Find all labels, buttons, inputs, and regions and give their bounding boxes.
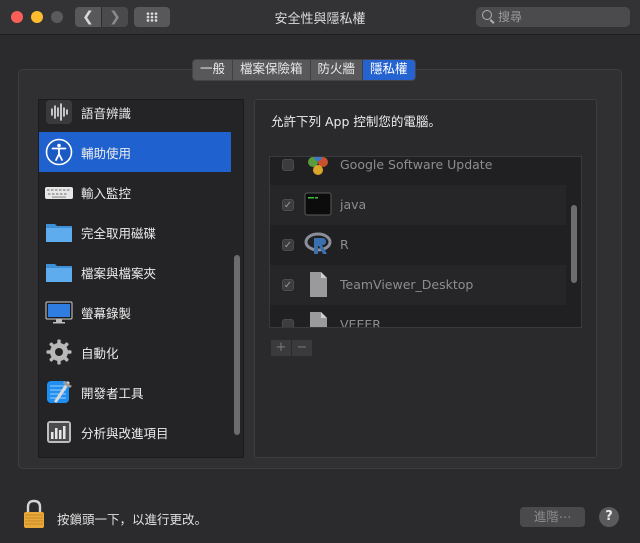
permissions-panel: 允許下列 App 控制您的電腦。 Google Software Update … xyxy=(254,99,597,458)
privacy-category-list[interactable]: 語音辨識 輔助使用 輸入監控 完全取用磁碟 檔案與檔案夾 螢幕錄製 自動化 開發… xyxy=(38,99,244,458)
app-checkbox-checked[interactable]: ✓ xyxy=(282,199,294,211)
sidebar-item-label: 檔案與檔案夾 xyxy=(81,266,157,281)
app-name: R xyxy=(340,237,349,252)
add-app-button[interactable]: + xyxy=(271,340,291,356)
sidebar-item-label: 分析與改進項目 xyxy=(81,426,169,441)
xcode-icon xyxy=(47,381,72,403)
app-checkbox-checked[interactable]: ✓ xyxy=(282,239,294,251)
app-name: VEEER xyxy=(340,317,381,328)
list-item[interactable]: ✓ R xyxy=(270,225,566,265)
sidebar-item-label: 輔助使用 xyxy=(81,146,132,161)
app-checkbox[interactable] xyxy=(282,159,294,171)
sidebar-item-label: 語音辨識 xyxy=(81,106,132,121)
search-input[interactable] xyxy=(498,7,624,27)
sidebar-item-label: 輸入監控 xyxy=(81,186,132,201)
sidebar-item-label: 開發者工具 xyxy=(81,386,144,401)
sidebar-item-speech-recognition[interactable]: 語音辨識 xyxy=(39,100,231,132)
app-name: java xyxy=(340,197,367,212)
monitor-icon xyxy=(45,301,73,324)
document-icon xyxy=(310,272,327,297)
keyboard-icon xyxy=(45,187,73,199)
sidebar-item-label: 完全取用磁碟 xyxy=(81,226,157,241)
tab-firewall[interactable]: 防火牆 xyxy=(311,60,364,80)
app-list[interactable]: Google Software Update ✓ java ✓ R ✓ Team… xyxy=(269,156,582,328)
app-name: Google Software Update xyxy=(340,157,493,172)
advanced-button[interactable]: 進階⋯ xyxy=(520,507,585,527)
lock-icon[interactable] xyxy=(22,499,46,529)
google-update-icon xyxy=(308,157,328,175)
list-item[interactable]: VEEER xyxy=(270,305,566,328)
app-checkbox[interactable] xyxy=(282,319,294,327)
lock-hint-text: 按鎖頭一下，以進行更改。 xyxy=(57,512,208,527)
sidebar-item-input-monitoring[interactable]: 輸入監控 xyxy=(39,172,231,212)
document-icon xyxy=(310,312,327,327)
tab-filevault[interactable]: 檔案保險箱 xyxy=(233,60,311,80)
search-icon xyxy=(482,10,492,20)
list-item[interactable]: ✓ TeamViewer_Desktop xyxy=(270,265,566,305)
sidebar-item-screen-recording[interactable]: 螢幕錄製 xyxy=(39,292,231,332)
folder-icon xyxy=(46,264,72,282)
sidebar-item-files-and-folders[interactable]: 檔案與檔案夾 xyxy=(39,252,231,292)
app-name: TeamViewer_Desktop xyxy=(340,277,474,292)
tab-general[interactable]: 一般 xyxy=(193,60,234,80)
app-list-scrollbar[interactable] xyxy=(571,205,577,283)
sidebar-item-analytics[interactable]: 分析與改進項目 xyxy=(39,412,231,452)
folder-icon xyxy=(46,224,72,242)
sidebar-item-automation[interactable]: 自動化 xyxy=(39,332,231,372)
remove-app-button[interactable]: − xyxy=(292,340,312,356)
list-item[interactable]: Google Software Update xyxy=(270,157,566,185)
sidebar-item-accessibility[interactable]: 輔助使用 xyxy=(39,132,231,172)
analytics-icon xyxy=(47,421,71,443)
r-icon xyxy=(304,232,332,254)
search-field[interactable] xyxy=(476,7,630,27)
sidebar-item-developer-tools[interactable]: 開發者工具 xyxy=(39,372,231,412)
gear-icon xyxy=(46,339,72,365)
accessibility-icon xyxy=(45,138,73,166)
tab-privacy[interactable]: 隱私權 xyxy=(363,60,415,80)
sidebar-item-full-disk-access[interactable]: 完全取用磁碟 xyxy=(39,212,231,252)
list-item[interactable]: ✓ java xyxy=(270,185,566,225)
app-checkbox-checked[interactable]: ✓ xyxy=(282,279,294,291)
terminal-icon xyxy=(304,192,332,216)
title-bar: ❮ ❯ 安全性與隱私權 xyxy=(0,0,640,35)
sidebar-scrollbar[interactable] xyxy=(234,255,240,435)
panel-title: 允許下列 App 控制您的電腦。 xyxy=(271,114,441,129)
speech-recognition-icon xyxy=(46,100,72,124)
help-button[interactable]: ? xyxy=(599,507,619,527)
sidebar-item-label: 螢幕錄製 xyxy=(81,306,132,321)
tab-bar: 一般 檔案保險箱 防火牆 隱私權 xyxy=(192,59,416,81)
sidebar-item-label: 自動化 xyxy=(81,346,119,361)
